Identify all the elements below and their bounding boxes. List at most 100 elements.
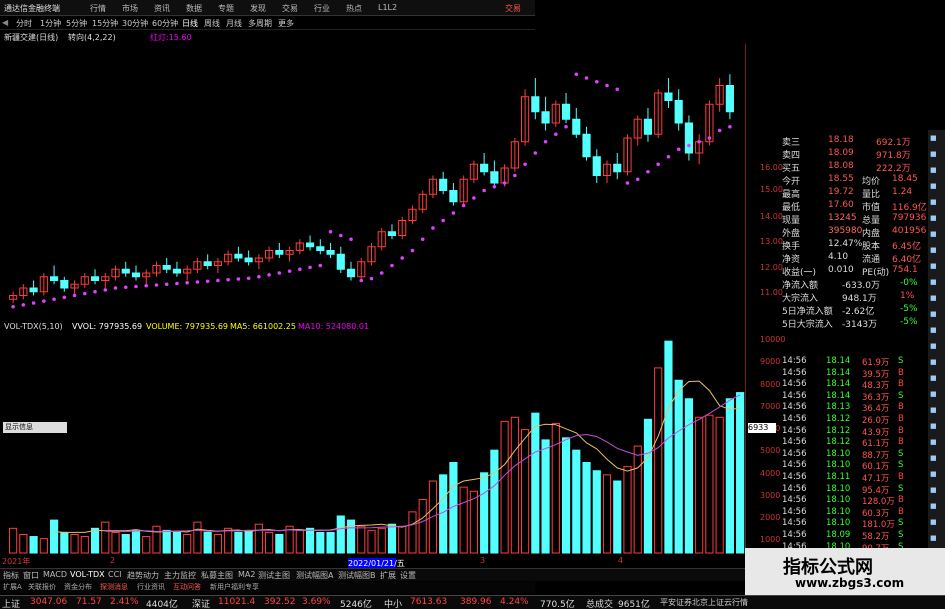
toolbar-icon[interactable]: ■: [930, 310, 937, 318]
volume-chart[interactable]: [0, 333, 745, 555]
volume-bar: [9, 527, 18, 554]
subtab-item[interactable]: 扩展A: [3, 582, 22, 592]
menu-item-market[interactable]: 市场: [122, 3, 138, 14]
subtab-item[interactable]: 探测消息: [100, 582, 128, 592]
period-tab[interactable]: 周线: [204, 18, 220, 29]
sar-dot: [431, 226, 435, 230]
candle-body: [449, 190, 458, 203]
tab-item[interactable]: 扩展: [380, 570, 396, 581]
toolbar-icon[interactable]: ■: [930, 390, 937, 398]
toolbar-icon[interactable]: ■: [930, 342, 937, 350]
toolbar-icon[interactable]: ■: [930, 166, 937, 174]
menu-item-quotes[interactable]: 行情: [90, 3, 106, 14]
volume-bar: [398, 525, 407, 554]
menu-item-discover[interactable]: 发现: [250, 3, 266, 14]
tab-item[interactable]: 设置: [400, 570, 416, 581]
index-pct: 3.69%: [302, 597, 331, 607]
period-tab[interactable]: 多周期: [248, 18, 272, 29]
volume-bar: [695, 416, 704, 554]
tab-item[interactable]: 测试主图: [258, 570, 290, 581]
period-tab[interactable]: 1分钟: [40, 18, 61, 29]
tab-item[interactable]: 主力监控: [164, 570, 196, 581]
subtab-item[interactable]: 互动问答: [173, 582, 201, 592]
quote-value-2: 797936: [892, 213, 927, 223]
toolbar-icon[interactable]: ■: [930, 502, 937, 510]
toolbar-icon[interactable]: ■: [930, 518, 937, 526]
quote-label-2: 均价: [862, 177, 881, 187]
period-tab[interactable]: 更多: [278, 18, 294, 29]
subtab-item[interactable]: 关联报价: [28, 582, 56, 592]
tab-item[interactable]: 私募主图: [201, 570, 233, 581]
tab-item[interactable]: 窗口: [23, 570, 39, 581]
tab-item[interactable]: 测试幅图B: [338, 570, 376, 581]
info-popup[interactable]: 显示信息: [3, 422, 67, 433]
tab-item[interactable]: 趋势动力: [127, 570, 159, 581]
back-icon[interactable]: ◀: [2, 18, 8, 27]
volume-bar: [725, 398, 734, 554]
indicator-extra: 红灯:15.60: [150, 33, 192, 42]
candle-body: [131, 272, 141, 278]
toolbar-icon[interactable]: ■: [930, 134, 937, 142]
menu-item-news[interactable]: 资讯: [154, 3, 170, 14]
tab-item[interactable]: CCI: [108, 570, 122, 579]
toolbar-icon[interactable]: ■: [930, 470, 937, 478]
period-tab[interactable]: 30分钟: [122, 18, 148, 29]
toolbar-icon[interactable]: ■: [930, 534, 937, 542]
sar-dot: [533, 151, 538, 155]
subtab-item[interactable]: 资金分布: [64, 582, 92, 592]
menu-item-industry[interactable]: 行业: [314, 3, 330, 14]
sar-dot: [287, 269, 292, 273]
toolbar-icon[interactable]: ■: [930, 246, 937, 254]
vol-tick: 9000: [760, 357, 781, 366]
period-tab[interactable]: 月线: [226, 18, 242, 29]
toolbar-icon[interactable]: ■: [930, 182, 937, 190]
candle-body: [561, 103, 571, 120]
toolbar-icon[interactable]: ■: [930, 198, 937, 206]
toolbar-icon[interactable]: ■: [930, 438, 937, 446]
tab-item[interactable]: 指标: [3, 570, 19, 581]
period-tab[interactable]: 15分钟: [92, 18, 118, 29]
volume-bar: [561, 437, 571, 554]
toolbar-icon[interactable]: ■: [930, 278, 937, 286]
candle-body: [531, 96, 540, 113]
period-tab[interactable]: 5分钟: [66, 18, 87, 29]
menu-item-l1l2[interactable]: L1L2: [378, 3, 397, 12]
subtab-item[interactable]: 行业资讯: [137, 582, 165, 592]
period-tab-daily[interactable]: 日线: [182, 18, 198, 29]
tab-item[interactable]: MA2: [238, 570, 255, 579]
candlestick-chart[interactable]: [0, 44, 745, 324]
tab-item-active[interactable]: VOL-TDX: [70, 570, 105, 579]
sar-dot: [687, 143, 691, 148]
toolbar-icon[interactable]: ■: [930, 262, 937, 270]
period-tab[interactable]: 60分钟: [152, 18, 178, 29]
tick-cell: 58.2万: [862, 532, 890, 542]
subtab-item[interactable]: 新用户福利专享: [210, 582, 259, 592]
toolbar-icon[interactable]: ■: [930, 230, 937, 238]
period-tab[interactable]: 分时: [16, 18, 32, 29]
menu-item-trade-right[interactable]: 交易: [505, 3, 521, 14]
tick-cell: B: [898, 472, 904, 482]
toolbar-icon[interactable]: ■: [930, 374, 937, 382]
candle-body: [326, 250, 335, 255]
toolbar-icon[interactable]: ■: [930, 422, 937, 430]
tab-item[interactable]: MACD: [43, 570, 67, 579]
toolbar-icon[interactable]: ■: [930, 214, 937, 222]
toolbar-icon[interactable]: ■: [930, 454, 937, 462]
toolbar-icon[interactable]: ■: [930, 294, 937, 302]
menu-item-topics[interactable]: 专题: [218, 3, 234, 14]
menu-item-hot[interactable]: 热点: [346, 3, 362, 14]
volume-bar: [275, 533, 284, 554]
toolbar-icon[interactable]: ■: [930, 326, 937, 334]
toolbar-icon[interactable]: ■: [930, 486, 937, 494]
candle-body: [725, 85, 734, 113]
menu-item-trade[interactable]: 交易: [282, 3, 298, 14]
sar-dot: [82, 291, 87, 296]
index-value: 3047.06: [30, 597, 68, 607]
toolbar-icon[interactable]: ■: [930, 358, 937, 366]
menu-item-data[interactable]: 数据: [186, 3, 202, 14]
period-toolbar: ◀ 分时 1分钟 5分钟 15分钟 30分钟 60分钟 日线 周线 月线 多周期…: [0, 16, 535, 30]
toolbar-icon[interactable]: ■: [930, 150, 937, 158]
tick-cell: 18.11: [826, 472, 851, 482]
toolbar-icon[interactable]: ■: [930, 406, 937, 414]
tab-item[interactable]: 测试幅图A: [296, 570, 333, 581]
